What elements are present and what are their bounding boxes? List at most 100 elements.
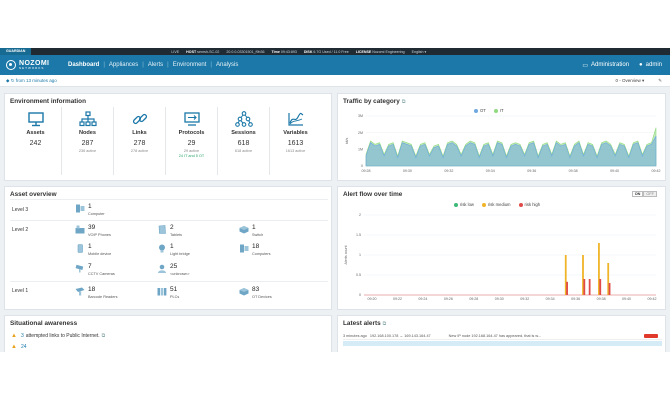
asset-tile-voip-phones[interactable]: 39 VOIP Phones <box>75 224 111 237</box>
protocols-icon <box>183 112 200 126</box>
asset-tile-switch[interactable]: 1 Switch <box>239 224 263 237</box>
alert-flow-chart: 2 1.5 1 0.5 0 Alerts count 09:20 09:22 09:24 09:2… <box>344 213 657 301</box>
link-icon <box>132 113 147 125</box>
asset-tile-barcode-readers[interactable]: 18 Barcode Readers <box>75 286 118 299</box>
nodes-icon <box>78 111 97 127</box>
switch-icon <box>239 226 249 234</box>
logo-mark-icon <box>6 60 16 70</box>
env-protocols-split[interactable]: 24 IT and 5 OT <box>179 154 204 158</box>
alert-ytick: 1.5 <box>356 233 361 237</box>
alert-ytick: 0 <box>359 293 361 297</box>
alert-xtick: 09:32 <box>520 297 529 301</box>
env-assets[interactable]: Assets 242 <box>10 107 62 175</box>
variables-icon <box>287 112 303 126</box>
asset-tile-cctv[interactable]: 7 CCTV Cameras <box>75 263 115 276</box>
nav-appliances[interactable]: Appliances <box>105 62 142 68</box>
latest-alerts-title: Latest alerts ⧉ <box>343 320 387 327</box>
alert-xtick: 09:26 <box>444 297 453 301</box>
asset-tile-light-bridge[interactable]: 1 Light bridge <box>157 243 190 256</box>
app-window: GUARDIAN LIVE HOST senrsh-SC-02 20.0.0-0… <box>0 48 670 352</box>
env-info-title: Environment information <box>10 98 86 105</box>
env-variables[interactable]: Variables 1613 1613 active <box>270 107 321 175</box>
asset-tile-computer[interactable]: 1 Computer <box>75 203 105 216</box>
env-assets-label: Assets <box>26 130 45 136</box>
nav-analysis[interactable]: Analysis <box>212 62 242 68</box>
alert-row[interactable]: 3 minutes ago 192.168.100.178 → 169.143.… <box>343 333 662 340</box>
situational-row-2[interactable]: ▲ 24 <box>11 344 27 350</box>
asset-tile-ot-devices[interactable]: 83 OT Devices <box>239 286 272 299</box>
asset-tile-computers[interactable]: 18 Computers <box>239 243 271 256</box>
env-protocols-value: 29 <box>187 140 196 147</box>
administration-link[interactable]: ▭ Administration <box>582 62 629 69</box>
plc-icon <box>157 288 167 296</box>
env-assets-value: 242 <box>29 140 42 147</box>
alert-xtick: 09:20 <box>368 297 377 301</box>
asset-tile-unknown[interactable]: 25 <unknown> <box>157 263 190 276</box>
situational-title: Situational awareness <box>10 320 78 327</box>
overview-select[interactable]: 0 - Overview ▾ <box>615 78 644 84</box>
env-links-value: 278 <box>133 140 146 147</box>
alert-bar-risk-high <box>583 279 586 295</box>
situational-link-icon[interactable]: ⧉ <box>102 333 106 339</box>
env-nodes-label: Nodes <box>78 130 97 136</box>
alert-xtick: 09:36 <box>571 297 580 301</box>
alert-xtick: 09:30 <box>495 297 504 301</box>
env-nodes[interactable]: Nodes 287 236 active <box>62 107 114 175</box>
nav-environment[interactable]: Environment <box>169 62 211 68</box>
level-2-label: Level 2 <box>12 227 29 233</box>
traffic-xtick: 09:42 <box>652 169 661 173</box>
env-sessions-value: 618 <box>237 140 250 147</box>
env-protocols[interactable]: Protocols 29 29 active 24 IT and 5 OT <box>166 107 218 175</box>
alert-message: New IP node 192.168.164.47 has appeared,… <box>448 334 542 338</box>
traffic-xtick: 09:40 <box>610 169 619 173</box>
external-link-icon[interactable]: ⧉ <box>383 321 387 327</box>
level-3-label: Level 3 <box>12 207 29 213</box>
situational-text: attempted links to Public Internet. <box>25 333 100 339</box>
computer-icon <box>76 204 85 213</box>
alert-xtick: 09:34 <box>546 297 555 301</box>
alert-row-selected[interactable] <box>343 341 662 346</box>
voip-phone-icon <box>75 225 85 234</box>
language-select[interactable]: English ▾ <box>412 50 427 54</box>
user-menu[interactable]: ● admin <box>639 62 662 68</box>
asset-tile-plcs[interactable]: 51 PLCs <box>157 286 179 299</box>
traffic-xtick: 09:34 <box>486 169 495 173</box>
situational-row-internet[interactable]: ▲ 3 attempted links to Public Internet. … <box>11 333 105 339</box>
traffic-area-ot <box>365 135 657 167</box>
nav-alerts[interactable]: Alerts <box>144 62 167 68</box>
cctv-icon <box>75 264 84 273</box>
light-bridge-icon <box>159 244 165 253</box>
env-info-panel: Environment information Assets 242 Nodes… <box>4 93 332 181</box>
asset-tile-mobile[interactable]: 1 Mobile device <box>75 243 111 256</box>
alert-xtick: 09:22 <box>393 297 402 301</box>
alert-xtick: 09:40 <box>622 297 631 301</box>
alert-ytick: 2 <box>359 213 361 217</box>
situational-count-2: 24 <box>20 344 27 350</box>
nozomi-logo[interactable]: NOZOMI NETWORKS <box>6 60 64 70</box>
env-variables-active: 1613 active <box>285 149 306 153</box>
alert-flow-panel: Alert flow over time ON OFF risk low ris… <box>337 186 666 310</box>
env-protocols-label: Protocols <box>178 130 205 136</box>
barcode-reader-icon <box>75 287 85 296</box>
alert-hosts: 192.168.100.178 → 169.143.164.47 <box>369 334 431 338</box>
asset-overview-panel: Asset overview Level 3 Level 2 Level 1 1… <box>4 186 332 310</box>
ot-device-icon <box>239 288 249 296</box>
warning-icon: ▲ <box>11 333 17 339</box>
env-sessions-label: Sessions <box>231 130 256 136</box>
tablet-icon <box>158 225 166 234</box>
license-info: LICENSE Nozomi Engineering <box>355 49 405 54</box>
alert-xtick: 09:24 <box>418 297 427 301</box>
alert-bar-risk-high <box>566 281 568 295</box>
pin-icon[interactable]: ✎ <box>658 78 662 84</box>
guardian-tag: GUARDIAN <box>0 48 32 55</box>
alert-time: 3 minutes ago <box>343 334 367 338</box>
env-sessions[interactable]: Sessions 618 618 active <box>218 107 270 175</box>
unknown-icon <box>158 264 166 273</box>
nav-dashboard[interactable]: Dashboard <box>64 62 103 68</box>
env-links[interactable]: Links 278 278 active <box>114 107 166 175</box>
last-update: ◆ ↻ from 13 minutes ago <box>6 77 57 83</box>
env-variables-label: Variables <box>283 130 308 136</box>
traffic-xtick: 09:28 <box>362 169 371 173</box>
env-links-label: Links <box>132 130 147 136</box>
asset-tile-tablets[interactable]: 2 Tablets <box>157 224 182 237</box>
